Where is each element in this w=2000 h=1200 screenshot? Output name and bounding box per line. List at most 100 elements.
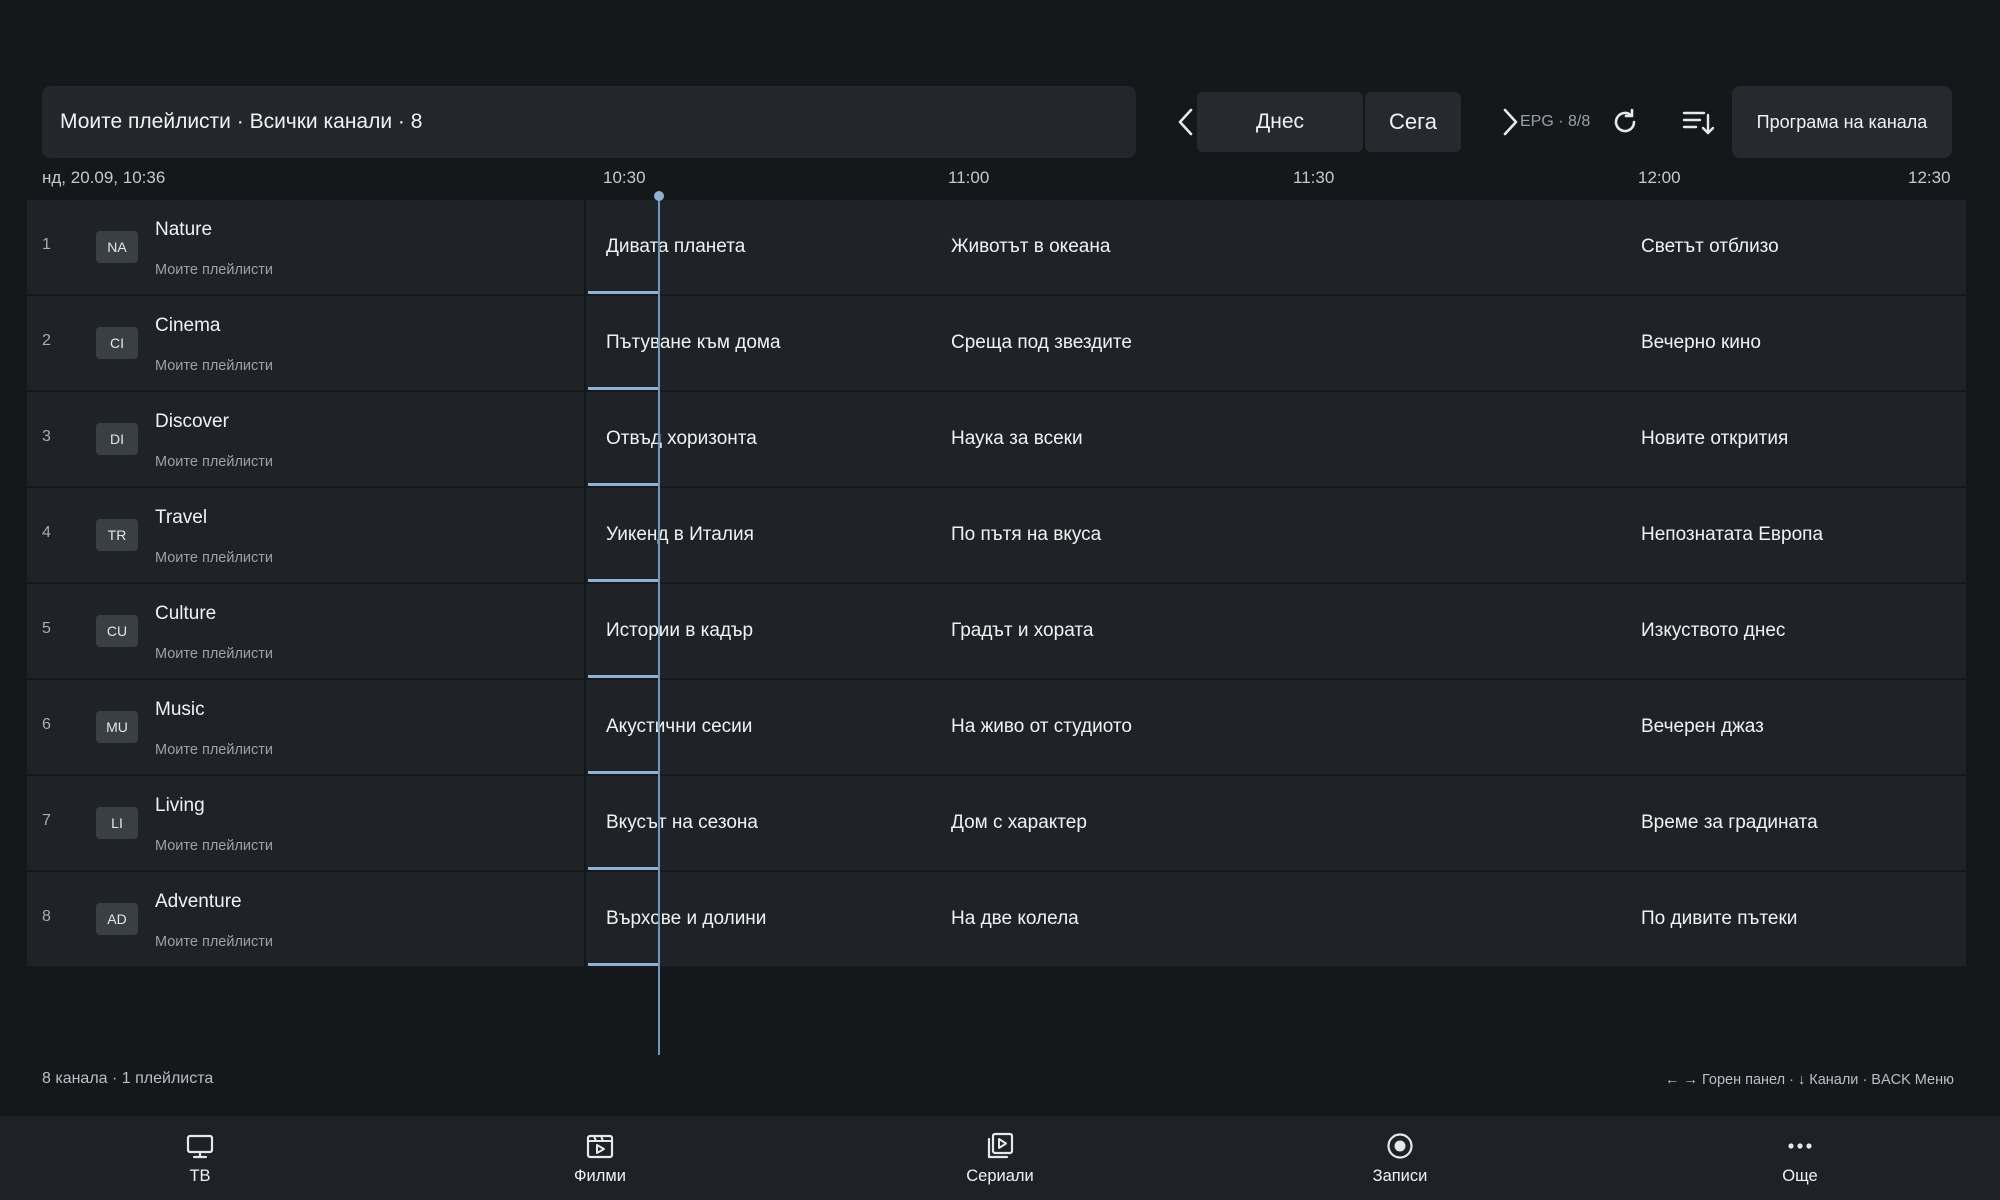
channel-name: Adventure <box>155 891 242 912</box>
channel-cell[interactable]: 2 CI Cinema Моите плейлисти <box>27 296 586 390</box>
now-indicator-line <box>658 195 660 1055</box>
channel-logo: NA <box>96 231 138 263</box>
channel-number: 7 <box>42 812 51 829</box>
program-cell[interactable]: Върхове и долини <box>588 872 933 966</box>
channel-name: Music <box>155 699 205 720</box>
now-indicator-dot <box>654 191 664 201</box>
nav-recordings[interactable]: Записи <box>1320 1116 1480 1200</box>
nav-series[interactable]: Сериали <box>920 1116 1080 1200</box>
record-icon <box>1387 1132 1413 1159</box>
program-cell[interactable]: Акустични сесии <box>588 680 933 774</box>
channel-playlist: Моите плейлисти <box>155 358 274 374</box>
program-cell[interactable]: На живо от студиото <box>933 680 1623 774</box>
program-title: Уикенд в Италия <box>606 524 754 545</box>
now-label: Сега <box>1389 109 1437 134</box>
program-title: Изкуството днес <box>1641 620 1786 641</box>
program-cell[interactable]: Време за градината <box>1623 776 1966 870</box>
program-title: Животът в океана <box>951 236 1111 257</box>
more-icon <box>1788 1142 1812 1149</box>
program-cell[interactable]: Уикенд в Италия <box>588 488 933 582</box>
channel-playlist: Моите плейлисти <box>155 934 274 950</box>
program-cell[interactable]: По дивите пътеки <box>1623 872 1966 966</box>
channel-logo: AD <box>96 903 138 935</box>
program-cell[interactable]: Истории в кадър <box>588 584 933 678</box>
nav-label: Още <box>1782 1166 1818 1185</box>
program-title: Дом с характер <box>951 812 1087 833</box>
today-label: Днес <box>1256 110 1304 133</box>
now-button[interactable]: Сега <box>1365 92 1461 152</box>
sort-button[interactable] <box>1674 98 1722 146</box>
program-cell[interactable]: Пътуване към дома <box>588 296 933 390</box>
program-title: На две колела <box>951 908 1079 929</box>
channel-logo: CU <box>96 615 138 647</box>
chevron-left-icon <box>1178 108 1193 136</box>
channel-number: 1 <box>42 236 51 253</box>
program-title: Дивата планета <box>606 236 746 257</box>
time-tick: 10:30 <box>603 168 646 187</box>
program-cell[interactable]: Животът в океана <box>933 200 1623 294</box>
channel-playlist: Моите плейлисти <box>155 838 274 854</box>
channel-playlist: Моите плейлисти <box>155 454 274 470</box>
channel-cell[interactable]: 8 AD Adventure Моите плейлисти <box>27 872 586 966</box>
program-cell[interactable]: Среща под звездите <box>933 296 1623 390</box>
channel-number: 4 <box>42 524 51 541</box>
channel-cell[interactable]: 4 TR Travel Моите плейлисти <box>27 488 586 582</box>
program-title: Наука за всеки <box>951 428 1083 449</box>
program-cell[interactable]: Изкуството днес <box>1623 584 1966 678</box>
channel-cell[interactable]: 6 MU Music Моите плейлисти <box>27 680 586 774</box>
channel-row: 4 TR Travel Моите плейлисти Уикенд в Ита… <box>27 488 1966 582</box>
program-title: Отвъд хоризонта <box>606 428 757 449</box>
program-progress-bar <box>588 867 659 870</box>
channel-logo: LI <box>96 807 138 839</box>
time-tick: 12:00 <box>1638 168 1681 187</box>
program-title: Градът и хората <box>951 620 1094 641</box>
channel-cell[interactable]: 3 DI Discover Моите плейлисти <box>27 392 586 486</box>
channel-cell[interactable]: 5 CU Culture Моите плейлисти <box>27 584 586 678</box>
epg-status: EPG · 8/8 <box>1520 113 1591 130</box>
program-title: Пътуване към дома <box>606 332 781 353</box>
channel-row: 7 LI Living Моите плейлисти Вкусът на се… <box>27 776 1966 870</box>
channel-program-button[interactable]: Програма на канала <box>1732 86 1952 158</box>
program-cell[interactable]: Непознатата Европа <box>1623 488 1966 582</box>
playlist-selector[interactable]: Моите плейлисти · Всички канали · 8 <box>42 86 1136 158</box>
time-tick: 11:00 <box>948 168 990 187</box>
program-title: Акустични сесии <box>606 716 753 737</box>
today-button[interactable]: Днес <box>1197 92 1363 152</box>
channel-cell[interactable]: 1 NA Nature Моите плейлисти <box>27 200 586 294</box>
channel-summary: 8 канала · 1 плейлиста <box>42 1070 214 1087</box>
channel-cell[interactable]: 7 LI Living Моите плейлисти <box>27 776 586 870</box>
program-title: На живо от студиото <box>951 716 1132 737</box>
channel-number: 3 <box>42 428 51 445</box>
program-cell[interactable]: Новите открития <box>1623 392 1966 486</box>
program-cell[interactable]: По пътя на вкуса <box>933 488 1623 582</box>
channel-logo: CI <box>96 327 138 359</box>
nav-movies[interactable]: Филми <box>520 1116 680 1200</box>
program-progress-bar <box>588 675 659 678</box>
movie-icon <box>586 1134 614 1158</box>
program-cell[interactable]: Градът и хората <box>933 584 1623 678</box>
nav-more[interactable]: Още <box>1720 1116 1880 1200</box>
program-cell[interactable]: Вечерно кино <box>1623 296 1966 390</box>
program-cell[interactable]: На две колела <box>933 872 1623 966</box>
program-cell[interactable]: Дом с характер <box>933 776 1623 870</box>
channel-name: Cinema <box>155 315 221 336</box>
series-icon <box>987 1132 1014 1158</box>
nav-tv[interactable]: ТВ <box>120 1116 280 1200</box>
refresh-button[interactable] <box>1601 98 1649 146</box>
program-cell[interactable]: Отвъд хоризонта <box>588 392 933 486</box>
channel-number: 5 <box>42 620 51 637</box>
program-cell[interactable]: Дивата планета <box>588 200 933 294</box>
program-progress-bar <box>588 963 659 966</box>
program-cell[interactable]: Светът отблизо <box>1623 200 1966 294</box>
program-cell[interactable]: Вкусът на сезона <box>588 776 933 870</box>
nav-label: ТВ <box>189 1166 211 1185</box>
channel-playlist: Моите плейлисти <box>155 742 274 758</box>
program-title: Вкусът на сезона <box>606 812 758 833</box>
program-cell[interactable]: Вечерен джаз <box>1623 680 1966 774</box>
program-progress-bar <box>588 291 659 294</box>
program-cell[interactable]: Наука за всеки <box>933 392 1623 486</box>
channel-playlist: Моите плейлисти <box>155 550 274 566</box>
channel-row: 3 DI Discover Моите плейлисти Отвъд хори… <box>27 392 1966 486</box>
channel-row: 5 CU Culture Моите плейлисти Истории в к… <box>27 584 1966 678</box>
channel-name: Nature <box>155 219 213 240</box>
